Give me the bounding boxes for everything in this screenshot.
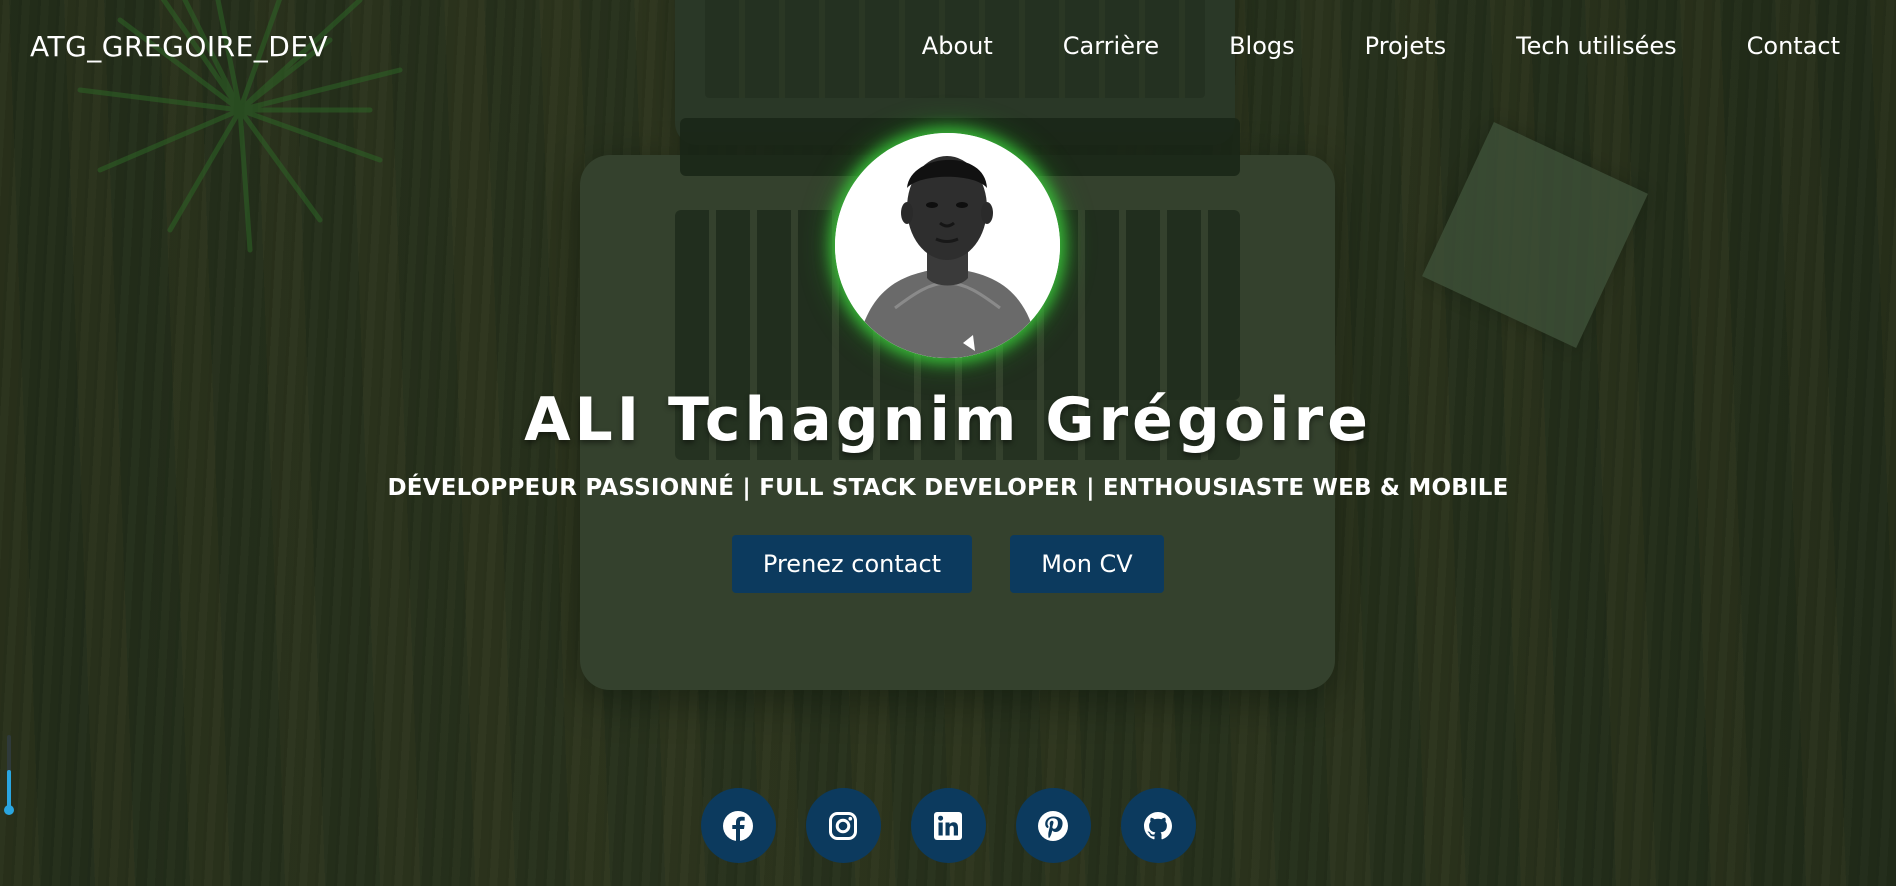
hero-subtitle: DÉVELOPPEUR PASSIONNÉ | FULL STACK DEVEL…: [387, 475, 1509, 501]
github-link[interactable]: [1120, 788, 1196, 863]
instagram-icon: [829, 811, 857, 840]
brand-logo[interactable]: ATG_GREGOIRE_DEV: [30, 30, 328, 63]
nav-link-blogs[interactable]: Blogs: [1229, 32, 1295, 60]
pinterest-link[interactable]: [1015, 788, 1091, 863]
scroll-progress-indicator[interactable]: [4, 735, 14, 815]
cv-button[interactable]: Mon CV: [1010, 535, 1164, 593]
scroll-thumb[interactable]: [4, 805, 14, 815]
navbar: ATG_GREGOIRE_DEV About Carrière Blogs Pr…: [0, 0, 1896, 98]
facebook-icon: [723, 810, 753, 841]
instagram-link[interactable]: [805, 788, 881, 863]
profile-avatar: [835, 133, 1060, 358]
nav-link-projets[interactable]: Projets: [1365, 32, 1446, 60]
nav-links: About Carrière Blogs Projets Tech utilis…: [922, 32, 1840, 60]
linkedin-icon: [934, 811, 962, 840]
nav-link-about[interactable]: About: [922, 32, 993, 60]
nav-link-carriere[interactable]: Carrière: [1063, 32, 1159, 60]
cta-row: Prenez contact Mon CV: [0, 535, 1896, 593]
pinterest-icon: [1038, 810, 1068, 841]
scroll-fill: [7, 770, 11, 809]
nav-link-tech[interactable]: Tech utilisées: [1516, 32, 1677, 60]
contact-button[interactable]: Prenez contact: [732, 535, 972, 593]
linkedin-link[interactable]: [910, 788, 986, 863]
github-icon: [1144, 811, 1172, 839]
nav-link-contact[interactable]: Contact: [1747, 32, 1840, 60]
facebook-link[interactable]: [700, 788, 776, 863]
hero-name: ALI Tchagnim Grégoire: [524, 385, 1372, 455]
hero-section: ATG_GREGOIRE_DEV About Carrière Blogs Pr…: [0, 0, 1896, 886]
social-links: [0, 788, 1896, 863]
